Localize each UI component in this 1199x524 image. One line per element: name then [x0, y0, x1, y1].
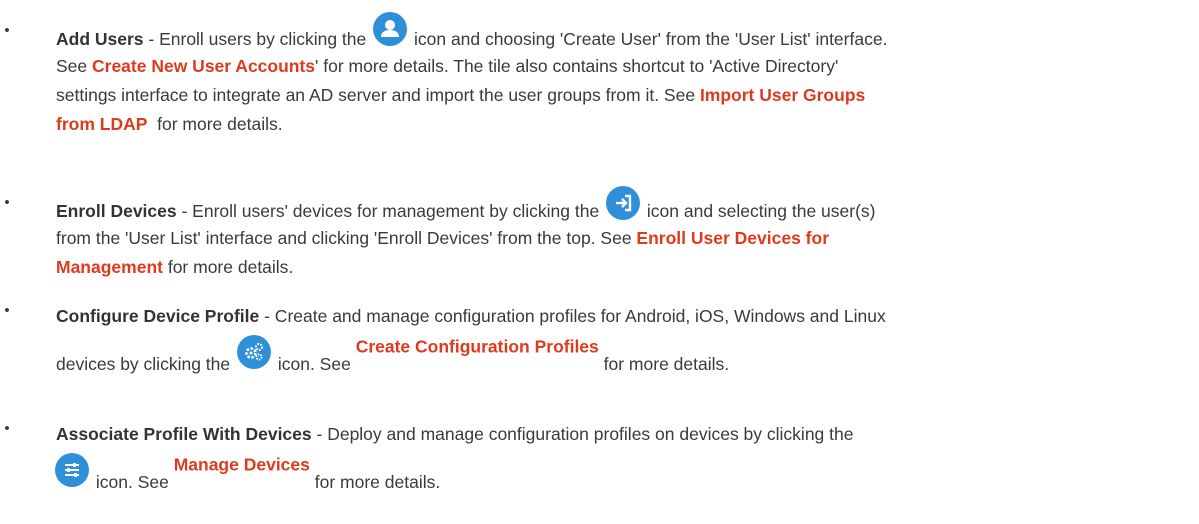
link-manage-devices[interactable]: Manage Devices [174, 455, 310, 475]
bullet: • [4, 194, 10, 211]
link-create-new-user-accounts[interactable]: Create New User Accounts [92, 56, 315, 76]
term-add-users: Add Users [56, 28, 144, 49]
term-configure-device-profile: Configure Device Profile [56, 306, 260, 326]
link-enroll-user-devices-cont[interactable]: Management [56, 257, 163, 277]
term-enroll-devices: Enroll Devices [56, 200, 177, 221]
enroll-device-icon[interactable] [606, 186, 641, 220]
link-enroll-user-devices[interactable]: Enroll User Devices for [636, 228, 829, 248]
bullet: • [4, 420, 10, 437]
bullet: • [4, 22, 10, 39]
link-import-user-groups-from-ldap[interactable]: Import User Groups [700, 85, 865, 105]
link-import-user-groups-from-ldap-cont[interactable]: from LDAP [56, 114, 147, 134]
user-icon[interactable] [373, 12, 408, 46]
gears-icon[interactable] [236, 335, 271, 369]
line: Add Users - Enroll users by clicking the… [56, 6, 1196, 52]
bullet: • [4, 302, 10, 319]
link-create-configuration-profiles[interactable]: Create Configuration Profiles [356, 337, 599, 357]
sliders-icon[interactable] [55, 453, 89, 487]
term-associate-profile-with-devices: Associate Profile With Devices [56, 424, 312, 444]
